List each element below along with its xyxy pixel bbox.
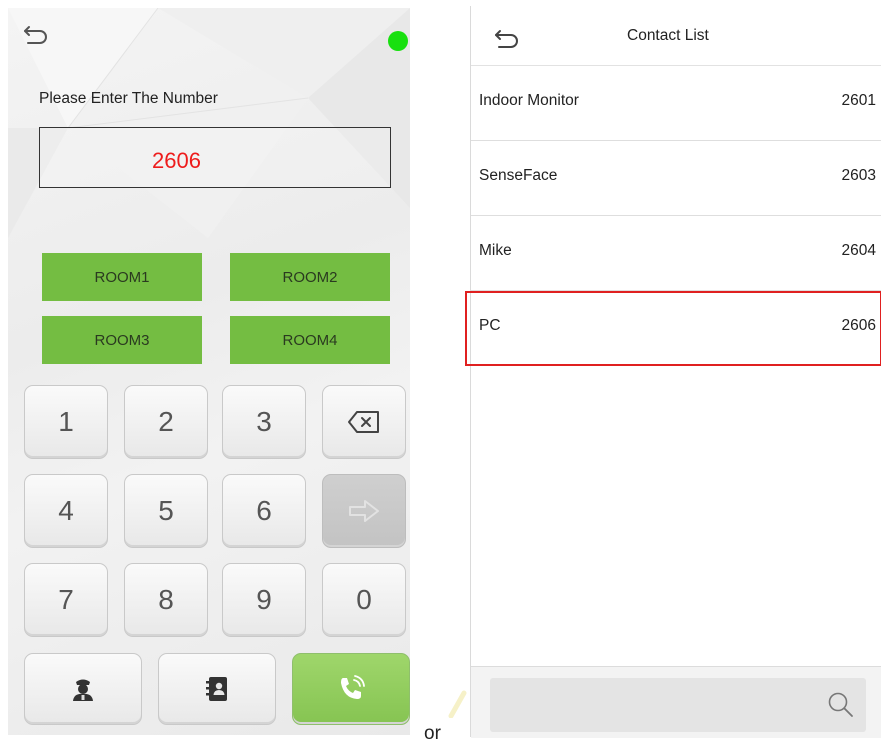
decorative-mark (448, 690, 467, 718)
or-separator-text: or (424, 723, 441, 744)
contact-row[interactable]: Indoor Monitor 2601 (471, 66, 881, 141)
contact-name: Indoor Monitor (479, 92, 579, 109)
security-call-button[interactable] (24, 653, 142, 725)
key-7[interactable]: 7 (24, 563, 108, 637)
room3-button[interactable]: ROOM3 (42, 316, 202, 364)
room2-button[interactable]: ROOM2 (230, 253, 390, 301)
contact-extension: 2603 (841, 167, 876, 184)
contact-extension: 2601 (841, 92, 876, 109)
contact-name: SenseFace (479, 167, 558, 184)
search-icon[interactable] (826, 690, 856, 720)
search-input[interactable] (490, 678, 866, 732)
key-0[interactable]: 0 (322, 563, 406, 637)
search-bar-area (471, 666, 881, 738)
key-2[interactable]: 2 (124, 385, 208, 459)
intercom-dialer-panel: Please Enter The Number 2606 ROOM1 ROOM2… (8, 8, 410, 735)
contact-name: PC (479, 317, 501, 334)
backspace-key[interactable] (322, 385, 406, 459)
phone-call-icon (341, 675, 365, 699)
key-1[interactable]: 1 (24, 385, 108, 459)
room1-button[interactable]: ROOM1 (42, 253, 202, 301)
contact-extension: 2606 (841, 317, 876, 334)
contact-list-panel: Contact List Indoor Monitor 2601 SenseFa… (465, 6, 881, 738)
key-6[interactable]: 6 (222, 474, 306, 548)
contact-row[interactable]: SenseFace 2603 (471, 141, 881, 216)
backspace-icon (348, 411, 379, 433)
key-4[interactable]: 4 (24, 474, 108, 548)
number-input-field[interactable] (39, 127, 391, 188)
contact-book-icon (206, 677, 227, 701)
key-5[interactable]: 5 (124, 474, 208, 548)
number-input-value: 2606 (152, 148, 201, 173)
security-guard-icon (73, 679, 93, 701)
background-pattern (8, 8, 410, 238)
arrow-right-icon (349, 500, 379, 522)
contacts-button[interactable] (158, 653, 276, 725)
contact-name: Mike (479, 242, 512, 259)
key-9[interactable]: 9 (222, 563, 306, 637)
number-prompt-label: Please Enter The Number (39, 90, 218, 107)
contact-row[interactable]: Mike 2604 (471, 216, 881, 291)
contact-extension: 2604 (841, 242, 876, 259)
enter-key[interactable] (322, 474, 406, 548)
back-arrow-icon[interactable] (22, 22, 52, 46)
online-status-indicator (388, 31, 408, 51)
call-button[interactable] (292, 653, 410, 725)
back-arrow-icon[interactable] (493, 26, 523, 50)
page-title: Contact List (627, 27, 709, 44)
contact-row-selected[interactable]: PC 2606 (465, 291, 881, 366)
contact-list-header: Contact List (471, 6, 881, 66)
key-8[interactable]: 8 (124, 563, 208, 637)
key-3[interactable]: 3 (222, 385, 306, 459)
room4-button[interactable]: ROOM4 (230, 316, 390, 364)
